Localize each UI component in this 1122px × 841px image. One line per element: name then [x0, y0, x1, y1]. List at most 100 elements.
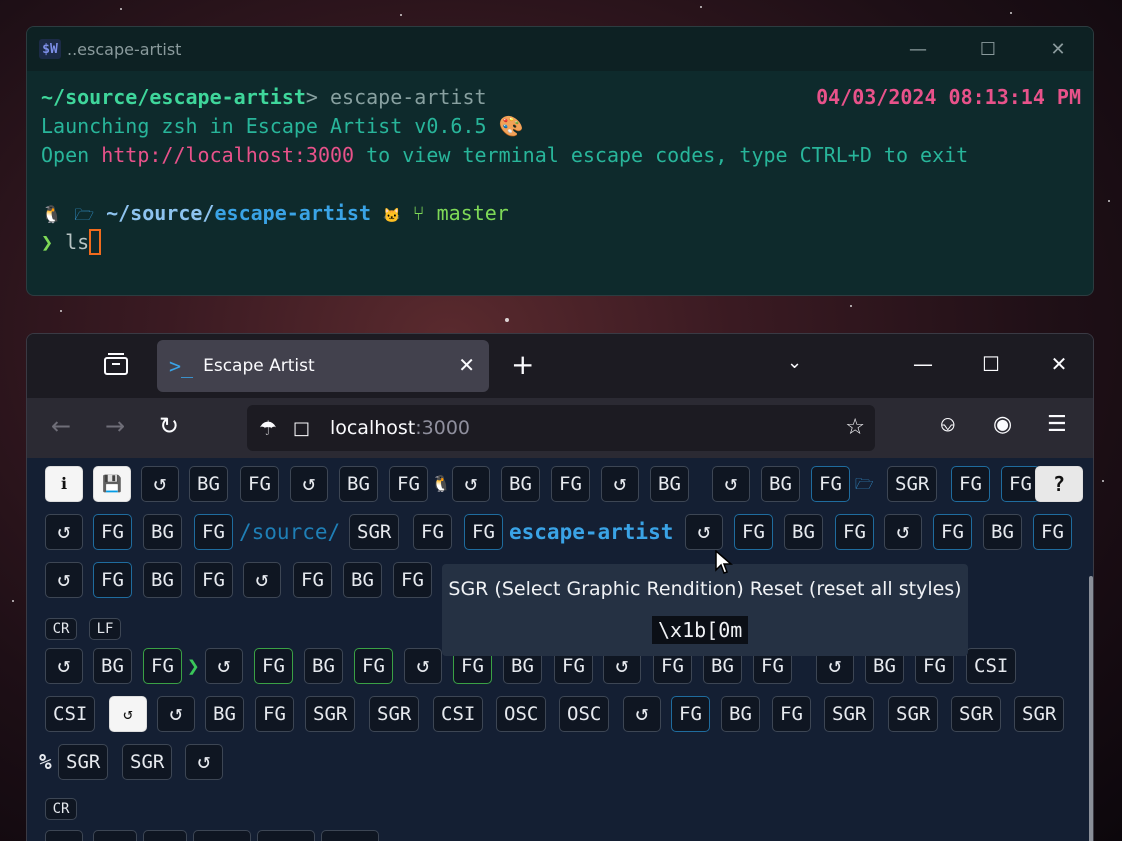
terminal-output[interactable]: ~/source/escape-artist> escape-artist 04…: [27, 71, 1093, 269]
code-chip[interactable]: BG: [761, 466, 800, 502]
code-chip[interactable]: SGR: [122, 744, 173, 780]
code-chip[interactable]: FG: [772, 696, 811, 732]
code-chip[interactable]: FG: [1033, 514, 1072, 550]
scrollbar[interactable]: [1089, 576, 1093, 841]
bookmark-star-icon[interactable]: ☆: [845, 415, 865, 440]
code-chip[interactable]: OSC: [496, 696, 547, 732]
code-chip[interactable]: SGR: [369, 696, 420, 732]
code-chip[interactable]: FG: [551, 466, 590, 502]
reset-chip[interactable]: ↺: [452, 466, 490, 502]
code-chip[interactable]: CSI: [45, 696, 96, 732]
code-chip[interactable]: FG: [293, 562, 332, 598]
reset-chip[interactable]: ↺: [712, 466, 750, 502]
code-chip[interactable]: FG: [413, 514, 452, 550]
code-chip[interactable]: FG: [951, 466, 990, 502]
browser-close-icon[interactable]: ✕: [1025, 334, 1093, 394]
code-chip[interactable]: FG: [671, 696, 710, 732]
code-chip[interactable]: FG: [93, 514, 132, 550]
code-chip[interactable]: BG: [93, 648, 132, 684]
code-chip[interactable]: FG: [835, 514, 874, 550]
code-chip[interactable]: FG: [811, 466, 850, 502]
code-chip[interactable]: [93, 830, 137, 841]
reload-icon[interactable]: ↻: [159, 412, 179, 440]
code-chip[interactable]: FG: [734, 514, 773, 550]
code-chip[interactable]: SGR: [305, 696, 356, 732]
reset-chip[interactable]: ↺: [290, 466, 328, 502]
code-chip[interactable]: BG: [339, 466, 378, 502]
reset-chip[interactable]: ↺: [243, 562, 281, 598]
code-chip[interactable]: SGR: [1014, 696, 1065, 732]
browser-minimize-icon[interactable]: —: [889, 334, 957, 394]
code-chip[interactable]: BG: [721, 696, 760, 732]
code-chip[interactable]: [321, 830, 379, 841]
code-chip[interactable]: CSI: [433, 696, 484, 732]
page-icon[interactable]: □: [293, 418, 310, 439]
clear-screen-icon-button[interactable]: ↺: [109, 696, 147, 732]
code-chip[interactable]: FG: [354, 648, 393, 684]
code-chip[interactable]: FG: [240, 466, 279, 502]
code-chip[interactable]: SGR: [58, 744, 109, 780]
code-chip[interactable]: SGR: [887, 466, 938, 502]
code-chip[interactable]: FG: [143, 648, 182, 684]
reset-chip[interactable]: ↺: [205, 648, 243, 684]
reset-chip[interactable]: ↺: [141, 466, 179, 502]
minimize-icon[interactable]: —: [883, 27, 953, 71]
reset-chip[interactable]: ↺: [157, 696, 195, 732]
info-icon-button[interactable]: ℹ: [45, 466, 83, 502]
code-chip[interactable]: SGR: [888, 696, 939, 732]
code-chip[interactable]: BG: [143, 562, 182, 598]
reset-chip[interactable]: ↺: [45, 514, 83, 550]
code-chip[interactable]: [193, 830, 251, 841]
back-arrow-icon[interactable]: ←: [51, 412, 71, 440]
code-chip[interactable]: BG: [143, 514, 182, 550]
reset-chip[interactable]: ↺: [404, 648, 442, 684]
shield-icon[interactable]: ☂: [259, 416, 277, 440]
code-chip[interactable]: FG: [254, 648, 293, 684]
code-chip[interactable]: BG: [501, 466, 540, 502]
menu-hamburger-icon[interactable]: ☰: [1047, 412, 1067, 437]
code-chip[interactable]: SGR: [349, 514, 400, 550]
code-chip[interactable]: [143, 830, 187, 841]
code-chip[interactable]: FG: [389, 466, 428, 502]
close-icon[interactable]: ✕: [1023, 27, 1093, 71]
extensions-icon[interactable]: ⎉: [939, 412, 957, 437]
code-chip[interactable]: FG: [194, 562, 233, 598]
cr-chip[interactable]: CR: [45, 618, 77, 640]
tab-escape-artist[interactable]: >_ Escape Artist ✕: [157, 340, 489, 392]
forward-arrow-icon[interactable]: →: [105, 412, 125, 440]
account-icon[interactable]: ◉: [993, 412, 1012, 437]
reset-chip[interactable]: [45, 830, 83, 841]
open-url-link[interactable]: http://localhost:3000: [101, 143, 354, 167]
code-chip[interactable]: BG: [189, 466, 228, 502]
code-chip[interactable]: FG: [464, 514, 503, 550]
reset-chip[interactable]: ↺: [45, 648, 83, 684]
code-chip[interactable]: BG: [343, 562, 382, 598]
new-tab-icon[interactable]: +: [511, 349, 534, 381]
code-chip[interactable]: FG: [194, 514, 233, 550]
code-chip[interactable]: FG: [93, 562, 132, 598]
reset-chip[interactable]: ↺: [685, 514, 723, 550]
browser-maximize-icon[interactable]: ☐: [957, 334, 1025, 394]
reset-chip[interactable]: ↺: [884, 514, 922, 550]
tab-list-icon[interactable]: [103, 352, 129, 376]
code-chip[interactable]: FG: [255, 696, 294, 732]
code-chip[interactable]: BG: [983, 514, 1022, 550]
code-chip[interactable]: FG: [933, 514, 972, 550]
cr-chip[interactable]: CR: [45, 798, 77, 820]
code-chip[interactable]: BG: [784, 514, 823, 550]
url-bar[interactable]: ☂ □ localhost:3000 ☆: [247, 405, 875, 451]
lf-chip[interactable]: LF: [89, 618, 121, 640]
url-text[interactable]: localhost:3000: [330, 417, 470, 439]
code-chip[interactable]: BG: [205, 696, 244, 732]
code-chip[interactable]: BG: [650, 466, 689, 502]
save-icon-button[interactable]: 💾: [93, 466, 131, 502]
code-chip[interactable]: FG: [393, 562, 432, 598]
help-button[interactable]: ?: [1035, 466, 1083, 502]
code-chip[interactable]: OSC: [559, 696, 610, 732]
reset-chip[interactable]: ↺: [623, 696, 661, 732]
reset-chip[interactable]: ↺: [185, 744, 223, 780]
maximize-icon[interactable]: ☐: [953, 27, 1023, 71]
code-chip[interactable]: CSI: [966, 648, 1017, 684]
reset-chip[interactable]: ↺: [601, 466, 639, 502]
chevron-down-icon[interactable]: ⌄: [787, 352, 802, 373]
